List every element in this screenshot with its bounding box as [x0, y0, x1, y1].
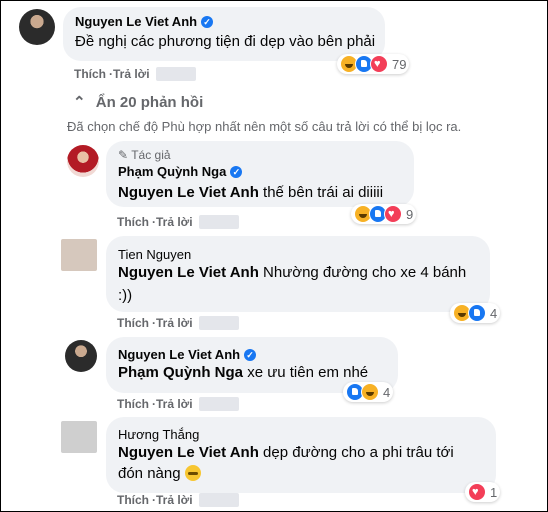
comment-text-line2: :)) [118, 287, 133, 304]
reply-button[interactable]: Trả lời [156, 215, 193, 229]
commenter-name-text[interactable]: Nguyen Le Viet Anh [118, 347, 240, 362]
comment-body: Nhường đường cho xe 4 bánh [258, 264, 467, 281]
comment-actions: Thích ·Trả lời [74, 67, 196, 81]
comment-actions: Thích ·Trả lời [117, 493, 239, 507]
reaction-summary[interactable]: 4 [450, 303, 501, 323]
like-button[interactable]: Thích [117, 316, 149, 330]
avatar[interactable] [61, 421, 97, 453]
commenter-name[interactable]: Nguyen Le Viet Anh ✓ [75, 14, 214, 29]
comment-text: Phạm Quỳnh Nga xe ưu tiên em nhé [118, 362, 368, 384]
commenter-name[interactable]: Nguyen Le Viet Anh ✓ [118, 347, 257, 362]
comment-text: Nguyen Le Viet Anh thế bên trái ai diiii… [118, 182, 383, 204]
reaction-summary[interactable]: 1 [465, 482, 501, 502]
pencil-icon: ✎ [118, 148, 129, 162]
hide-replies-label: Ẩn 20 phản hồi [95, 94, 204, 111]
love-icon [468, 483, 486, 501]
reaction-count: 4 [490, 305, 498, 321]
comment-body: dẹp đường cho a phi trâu tới [258, 444, 454, 461]
hide-replies-button[interactable]: ⌃ Ẩn 20 phản hồi [73, 93, 203, 111]
verified-icon: ✓ [230, 166, 243, 178]
reaction-count: 1 [490, 484, 498, 500]
chevron-up-icon: ⌃ [73, 94, 86, 111]
reaction-count: 9 [406, 206, 414, 222]
commenter-name[interactable]: Phạm Quỳnh Nga ✓ [118, 164, 243, 179]
comment-text-line2: đón nàng [118, 463, 201, 485]
author-badge: ✎ Tác giả [118, 148, 171, 162]
timestamp-redacted [198, 493, 239, 507]
commenter-name-text[interactable]: Tien Nguyen [118, 247, 191, 262]
comment-text: Đề nghị các phương tiện đi dẹp vào bên p… [75, 33, 376, 50]
author-badge-label: Tác giả [131, 148, 171, 162]
love-icon [370, 55, 388, 73]
commenter-name-text[interactable]: Hương Thắng [118, 427, 199, 442]
reaction-summary[interactable]: 9 [351, 204, 417, 224]
timestamp-redacted [198, 316, 239, 330]
like-button[interactable]: Thích [74, 67, 106, 81]
reaction-count: 4 [383, 384, 391, 400]
reaction-summary[interactable]: 4 [343, 382, 394, 402]
like-button[interactable]: Thích [117, 215, 149, 229]
love-icon [384, 205, 402, 223]
comment-body: xe ưu tiên em nhé [243, 364, 369, 381]
comment-actions: Thích ·Trả lời [117, 316, 239, 330]
like-button[interactable]: Thích [117, 493, 149, 507]
reaction-count: 79 [392, 56, 407, 72]
comment-text: Nguyen Le Viet Anh Nhường đường cho xe 4… [118, 262, 466, 284]
reply-button[interactable]: Trả lời [156, 397, 193, 411]
comment-actions: Thích ·Trả lời [117, 215, 239, 229]
like-button[interactable]: Thích [117, 397, 149, 411]
grin-emoji-icon [184, 465, 201, 481]
haha-icon [361, 383, 379, 401]
comment-actions: Thích ·Trả lời [117, 397, 239, 411]
commenter-name[interactable]: Hương Thắng [118, 427, 199, 442]
commenter-name-text[interactable]: Phạm Quỳnh Nga [118, 164, 226, 179]
mention-link[interactable]: Nguyen Le Viet Anh [118, 184, 259, 201]
reply-button[interactable]: Trả lời [113, 67, 150, 81]
timestamp-redacted [198, 215, 239, 229]
avatar[interactable] [67, 145, 99, 177]
commenter-name-text[interactable]: Nguyen Le Viet Anh [75, 14, 197, 29]
comment-thread: Nguyen Le Viet Anh ✓ Đề nghị các phương t… [0, 0, 548, 512]
comment-text: Nguyen Le Viet Anh dẹp đường cho a phi t… [118, 442, 454, 464]
timestamp-redacted [198, 397, 239, 411]
timestamp-redacted [155, 67, 196, 81]
mention-link[interactable]: Nguyen Le Viet Anh [118, 264, 259, 281]
avatar[interactable] [19, 9, 55, 45]
commenter-name[interactable]: Tien Nguyen [118, 247, 191, 262]
filter-notice: Đã chọn chế độ Phù hợp nhất nên một số c… [67, 119, 462, 134]
reply-button[interactable]: Trả lời [156, 316, 193, 330]
reply-button[interactable]: Trả lời [156, 493, 193, 507]
avatar[interactable] [61, 239, 97, 271]
mention-link[interactable]: Nguyen Le Viet Anh [118, 444, 259, 461]
avatar[interactable] [65, 340, 97, 372]
comment-body-line2: đón nàng [118, 465, 181, 482]
reaction-summary[interactable]: 79 [337, 54, 410, 74]
comment-body: thế bên trái ai diiiii [258, 184, 384, 201]
mention-link[interactable]: Phạm Quỳnh Nga [118, 364, 243, 381]
verified-icon: ✓ [244, 349, 257, 361]
like-icon [468, 304, 486, 322]
verified-icon: ✓ [201, 16, 214, 28]
